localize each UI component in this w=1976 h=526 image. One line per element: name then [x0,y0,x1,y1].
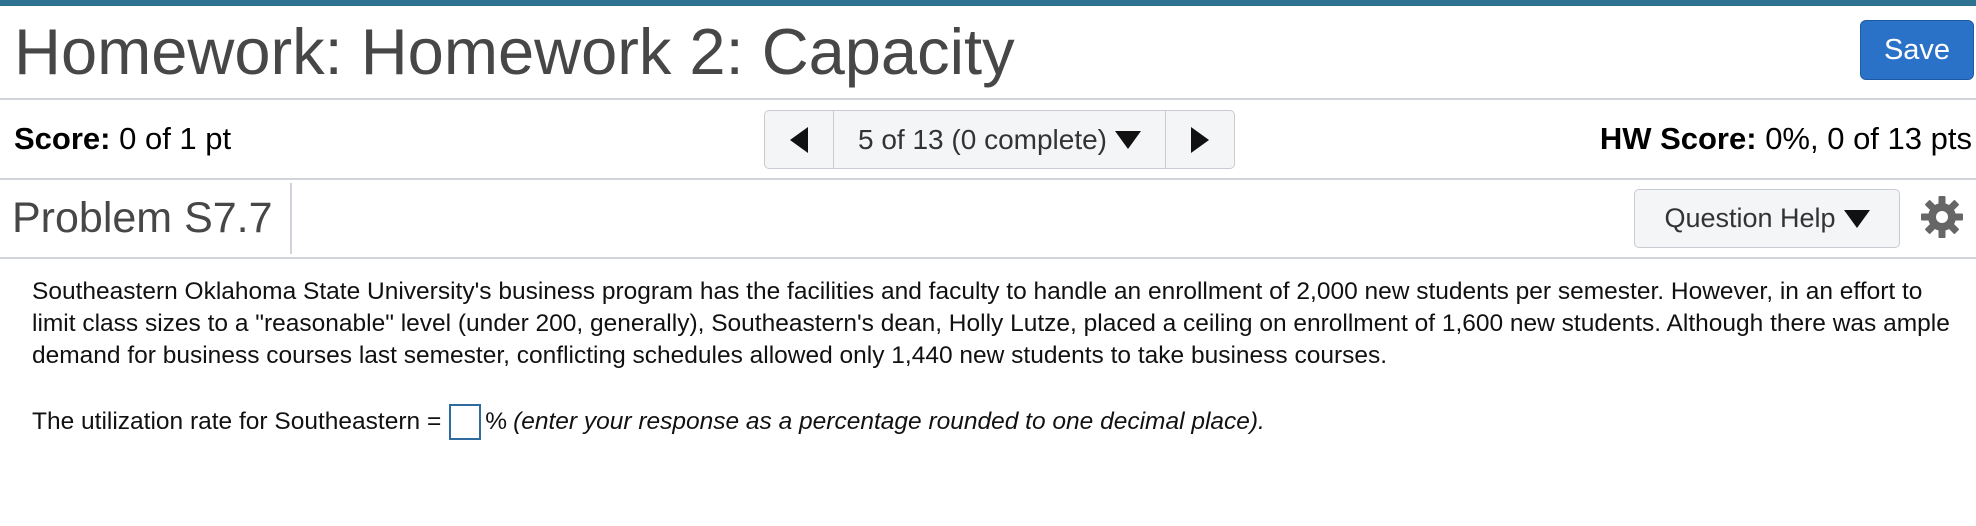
question-navigator: 5 of 13 (0 complete) [764,110,1235,169]
problem-header: Problem S7.7 Question Help [0,180,1976,259]
page-title: Homework: Homework 2: Capacity [14,15,1015,88]
hw-score: HW Score: 0%, 0 of 13 pts [1600,100,1972,178]
triangle-right-icon [1191,126,1209,153]
previous-question-button[interactable] [765,111,834,168]
score: Score: 0 of 1 pt [14,100,231,178]
divider [290,183,292,254]
score-bar: Score: 0 of 1 pt 5 of 13 (0 complete) HW… [0,100,1976,180]
title-bar: Homework: Homework 2: Capacity Save [0,6,1976,100]
score-label: Score: [14,121,111,156]
question-line: The utilization rate for Southeastern = … [32,402,1952,442]
question-unit: % [485,408,508,435]
problem-title: Problem S7.7 [12,194,273,242]
question-prefix: The utilization rate for Southeastern = [32,408,442,435]
problem-statement: Southeastern Oklahoma State University's… [32,278,1950,369]
save-button[interactable]: Save [1860,20,1974,80]
answer-input[interactable] [449,404,482,440]
triangle-down-icon [1843,209,1870,228]
question-position-dropdown[interactable]: 5 of 13 (0 complete) [834,111,1165,168]
question-help-label: Question Help [1664,203,1836,233]
next-question-button[interactable] [1165,111,1234,168]
gear-icon[interactable] [1920,195,1964,239]
hw-score-value: 0%, 0 of 13 pts [1765,121,1972,156]
score-value: 0 of 1 pt [119,121,232,156]
question-hint: (enter your response as a percentage rou… [513,408,1265,435]
triangle-left-icon [790,126,808,153]
question-help-button[interactable]: Question Help [1634,189,1900,248]
hw-score-label: HW Score: [1599,121,1757,156]
question-position-label: 5 of 13 (0 complete) [857,123,1108,155]
problem-content: Southeastern Oklahoma State University's… [32,276,1952,442]
triangle-down-icon [1115,130,1142,149]
